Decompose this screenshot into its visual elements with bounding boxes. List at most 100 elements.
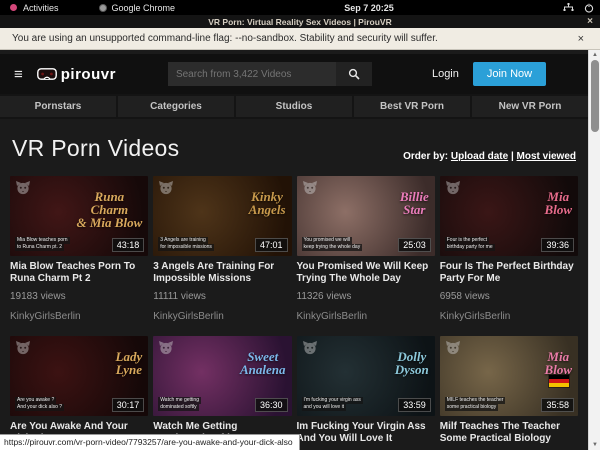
thumbnail-caption: Are you awake ?And your dick also ? <box>15 397 64 411</box>
thumbnail-caption: Four is the perfectbirthday party for me <box>445 237 495 251</box>
recording-indicator-icon <box>10 4 17 11</box>
duration-badge: 43:18 <box>112 238 145 252</box>
search-input[interactable] <box>168 62 336 86</box>
search-bar <box>168 62 372 86</box>
studio-cat-logo-icon <box>15 180 31 195</box>
vr-goggles-icon <box>37 68 57 80</box>
video-card[interactable]: Mia Blow Four is the perfectbirthday par… <box>440 176 578 322</box>
duration-badge: 30:17 <box>112 398 145 412</box>
thumbnail-stylized-title: Kinky Angels <box>249 190 286 216</box>
browser-title-bar: VR Porn: Virtual Reality Sex Videos | Pi… <box>0 15 600 28</box>
join-now-button[interactable]: Join Now <box>473 62 546 86</box>
video-card[interactable]: Dolly Dyson I'm fucking your virgin assa… <box>297 336 435 450</box>
video-thumbnail[interactable]: Mia Blow MILF teaches the teachersome pr… <box>440 336 578 416</box>
thumbnail-caption: Watch me gettingdominated softly <box>158 397 201 411</box>
video-views: 19183 views <box>10 291 148 302</box>
studio-cat-logo-icon <box>158 340 174 355</box>
video-card[interactable]: Lady Lyne Are you awake ?And your dick a… <box>10 336 148 450</box>
warning-message: You are using an unsupported command-lin… <box>12 33 574 44</box>
video-title[interactable]: 3 Angels Are Training For Impossible Mis… <box>153 261 291 284</box>
nav-item-best-vr-porn[interactable]: Best VR Porn <box>354 96 470 117</box>
page-heading-row: VR Porn Videos Order by: Upload date | M… <box>0 119 588 176</box>
video-title[interactable]: Four Is The Perfect Birthday Party For M… <box>440 261 578 284</box>
order-most-viewed-link[interactable]: Most viewed <box>517 151 576 162</box>
thumbnail-caption: I'm fucking your virgin assand you will … <box>302 397 363 411</box>
order-separator: | <box>511 151 514 162</box>
studio-cat-logo-icon <box>302 340 318 355</box>
login-link[interactable]: Login <box>432 68 459 80</box>
video-thumbnail[interactable]: Sweet Analena Watch me gettingdominated … <box>153 336 291 416</box>
network-icon[interactable] <box>563 3 574 12</box>
video-title[interactable]: Milf Teaches The Teacher Some Practical … <box>440 421 578 444</box>
studio-cat-logo-icon <box>15 340 31 355</box>
duration-badge: 35:58 <box>541 398 574 412</box>
site-header: ≡ pirouvr Login Join Now <box>0 54 588 94</box>
video-card[interactable]: Sweet Analena Watch me gettingdominated … <box>153 336 291 450</box>
video-thumbnail[interactable]: Mia Blow Four is the perfectbirthday par… <box>440 176 578 256</box>
video-thumbnail[interactable]: Kinky Angels 3 Angels are trainingfor im… <box>153 176 291 256</box>
duration-badge: 39:36 <box>541 238 574 252</box>
app-menu-label[interactable]: Google Chrome <box>112 3 176 13</box>
video-card[interactable]: Kinky Angels 3 Angels are trainingfor im… <box>153 176 291 322</box>
power-icon[interactable] <box>584 3 594 13</box>
duration-badge: 25:03 <box>398 238 431 252</box>
page-title-text: VR Porn: Virtual Reality Sex Videos | Pi… <box>208 17 391 27</box>
duration-badge: 47:01 <box>255 238 288 252</box>
scroll-down-icon[interactable]: ▼ <box>589 440 600 450</box>
browser-viewport: ≡ pirouvr Login Join Now PornstarsCatego… <box>0 50 588 450</box>
order-by: Order by: Upload date | Most viewed <box>403 151 576 162</box>
video-views: 6958 views <box>440 291 578 302</box>
video-title[interactable]: You Promised We Will Keep Trying The Who… <box>297 261 435 284</box>
nav-item-studios[interactable]: Studios <box>236 96 352 117</box>
scroll-up-icon[interactable]: ▲ <box>589 50 600 60</box>
video-title[interactable]: Im Fucking Your Virgin Ass And You Will … <box>297 421 435 444</box>
studio-cat-logo-icon <box>158 180 174 195</box>
german-flag-icon <box>548 374 570 388</box>
video-thumbnail[interactable]: Lady Lyne Are you awake ?And your dick a… <box>10 336 148 416</box>
logo-text: pirouvr <box>61 66 116 83</box>
page-title: VR Porn Videos <box>12 135 179 162</box>
thumbnail-stylized-title: Billie Star <box>400 190 429 216</box>
scrollbar-thumb[interactable] <box>591 60 599 132</box>
video-views: 11326 views <box>297 291 435 302</box>
chrome-icon <box>99 4 107 12</box>
video-thumbnail[interactable]: Billie Star You promised we willkeep try… <box>297 176 435 256</box>
video-card[interactable]: Billie Star You promised we willkeep try… <box>297 176 435 322</box>
thumbnail-stylized-title: Mia Blow <box>545 350 572 376</box>
video-studio-link[interactable]: KinkyGirlsBerlin <box>440 311 578 322</box>
nav-item-new-vr-porn[interactable]: New VR Porn <box>472 96 588 117</box>
search-button[interactable] <box>336 62 372 86</box>
status-bar-url: https://pirouvr.com/vr-porn-video/779325… <box>0 434 300 450</box>
close-tab-icon[interactable]: × <box>587 16 593 27</box>
site-logo[interactable]: pirouvr <box>37 66 116 83</box>
thumbnail-stylized-title: Dolly Dyson <box>395 350 429 376</box>
video-title[interactable]: Mia Blow Teaches Porn To Runa Charm Pt 2 <box>10 261 148 284</box>
warning-close-icon[interactable]: × <box>574 33 588 45</box>
video-card[interactable]: Mia Blow MILF teaches the teachersome pr… <box>440 336 578 450</box>
activities-button[interactable]: Activities <box>23 3 59 13</box>
video-studio-link[interactable]: KinkyGirlsBerlin <box>297 311 435 322</box>
thumbnail-stylized-title: Runa Charm & Mia Blow <box>77 190 143 229</box>
thumbnail-stylized-title: Mia Blow <box>545 190 572 216</box>
scrollbar[interactable]: ▲ ▼ <box>588 50 600 450</box>
video-studio-link[interactable]: KinkyGirlsBerlin <box>153 311 291 322</box>
video-grid: Runa Charm & Mia Blow Mia Blow teaches p… <box>0 176 588 450</box>
system-top-bar: Activities Google Chrome Sep 7 20:25 <box>0 0 600 15</box>
studio-cat-logo-icon <box>445 180 461 195</box>
nav-item-categories[interactable]: Categories <box>118 96 234 117</box>
nav-item-pornstars[interactable]: Pornstars <box>0 96 116 117</box>
order-upload-date-link[interactable]: Upload date <box>451 151 508 162</box>
thumbnail-stylized-title: Sweet Analena <box>240 350 286 376</box>
hamburger-menu-icon[interactable]: ≡ <box>14 66 23 83</box>
thumbnail-caption: MILF teaches the teachersome practical b… <box>445 397 506 411</box>
video-thumbnail[interactable]: Dolly Dyson I'm fucking your virgin assa… <box>297 336 435 416</box>
video-thumbnail[interactable]: Runa Charm & Mia Blow Mia Blow teaches p… <box>10 176 148 256</box>
chrome-warning-bar: You are using an unsupported command-lin… <box>0 28 600 50</box>
clock[interactable]: Sep 7 20:25 <box>175 3 563 13</box>
video-studio-link[interactable]: KinkyGirlsBerlin <box>10 311 148 322</box>
thumbnail-caption: 3 Angels are trainingfor impossible miss… <box>158 237 214 251</box>
thumbnail-caption: Mia Blow teaches pornto Runa Charm pt. 2 <box>15 237 70 251</box>
video-card[interactable]: Runa Charm & Mia Blow Mia Blow teaches p… <box>10 176 148 322</box>
thumbnail-stylized-title: Lady Lyne <box>116 350 143 376</box>
search-icon <box>348 68 360 80</box>
